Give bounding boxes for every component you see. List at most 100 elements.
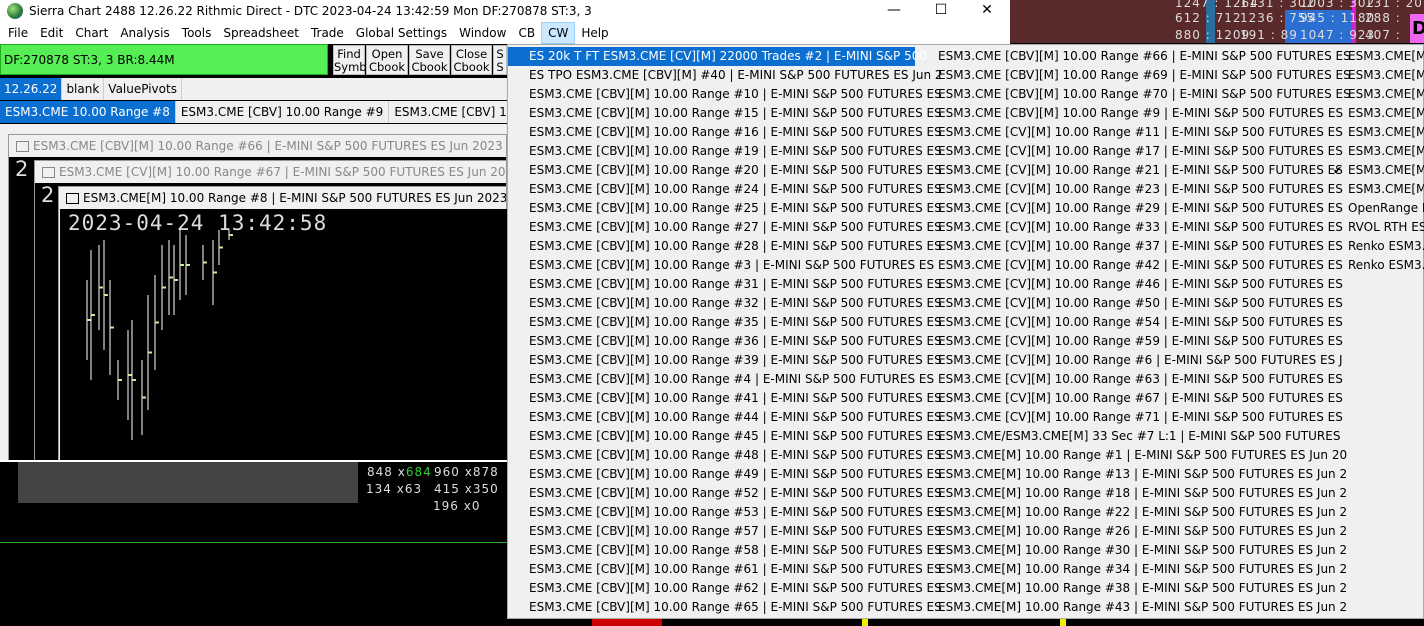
chart-window-title[interactable]: ESM3.CME[M] 10.00 Range #8 | E-MINI S&P … xyxy=(59,187,506,209)
cw-menu-item[interactable]: ESM3.CME[M] 10.00 Range #30 | E-MINI S&P… xyxy=(917,541,1347,560)
cw-menu-item[interactable]: ESM3.CME [CBV][M] 10.00 Range #66 | E-MI… xyxy=(917,47,1351,66)
chartbook-tab[interactable]: ValuePivots xyxy=(104,78,182,100)
cw-menu-item[interactable]: ES 20k T FT ESM3.CME [CV][M] 22000 Trade… xyxy=(508,47,927,66)
cw-menu-item[interactable]: ESM3.CME [CBV][M] 10.00 Range #35 | E-MI… xyxy=(508,313,942,332)
menu-analysis[interactable]: Analysis xyxy=(114,22,175,44)
cw-menu-item[interactable]: ESM3.CME [CBV][M] 10.00 Range #15 | E-MI… xyxy=(508,104,942,123)
cw-menu-item[interactable]: ESM3.CME [CBV][M] 10.00 Range #53 | E-MI… xyxy=(508,503,942,522)
cw-menu-item[interactable]: ESM3.CME [CV][M] 10.00 Range #37 | E-MIN… xyxy=(917,237,1343,256)
cw-menu-item[interactable]: ESM3.CME [CBV][M] 10.00 Range #24 | E-MI… xyxy=(508,180,942,199)
chartbook-tab[interactable]: 12.26.22 xyxy=(0,78,63,100)
menu-edit[interactable]: Edit xyxy=(34,22,69,44)
cw-menu-item[interactable]: ESM3.CME [CV][M] 10.00 Range #29 | E-MIN… xyxy=(917,199,1343,218)
cw-menu-item[interactable]: ESM3.CME [CBV][M] 10.00 Range #41 | E-MI… xyxy=(508,389,942,408)
cw-menu-item[interactable]: ESM3.CME [CBV][M] 10.00 Range #27 | E-MI… xyxy=(508,218,942,237)
cw-menu-item[interactable]: ESM3.CME [CBV][M] 10.00 Range #10 | E-MI… xyxy=(508,85,942,104)
cw-menu-item[interactable]: ESM3.CME [CBV][M] 10.00 Range #39 | E-MI… xyxy=(508,351,942,370)
chart-tab[interactable]: ESM3.CME [CBV] 10.00 Range #9 xyxy=(176,101,390,123)
cw-menu-item[interactable]: ESM3.CME [CBV][M] 10.00 Range #9 | E-MIN… xyxy=(917,104,1343,123)
cw-menu-item[interactable]: Renko ESM3.C xyxy=(1327,237,1424,256)
cw-menu-item[interactable]: ESM3.CME[M] 10.00 Range #13 | E-MINI S&P… xyxy=(917,465,1347,484)
toolbar-button[interactable]: SS xyxy=(493,45,507,75)
maximize-button[interactable]: ☐ xyxy=(918,0,964,22)
cw-menu-item[interactable]: ESM3.CME[M] 10.00 Range #34 | E-MINI S&P… xyxy=(917,560,1347,579)
cw-menu-item[interactable]: ESM3.CME[M] xyxy=(1327,47,1424,66)
menu-tools[interactable]: Tools xyxy=(176,22,218,44)
cw-menu-item[interactable]: ESM3.CME [CBV][M] 10.00 Range #57 | E-MI… xyxy=(508,522,942,541)
menu-chart[interactable]: Chart xyxy=(69,22,114,44)
cw-menu-item[interactable]: ESM3.CME [CV][M] 10.00 Range #17 | E-MIN… xyxy=(917,142,1343,161)
cw-menu-item[interactable]: ESM3.CME [CBV][M] 10.00 Range #16 | E-MI… xyxy=(508,123,942,142)
menu-window[interactable]: Window xyxy=(453,22,512,44)
toolbar-button[interactable]: Save Cbook xyxy=(409,45,450,75)
cw-menu-item[interactable]: ESM3.CME [CBV][M] 10.00 Range #61 | E-MI… xyxy=(508,560,942,579)
cw-menu-item[interactable]: ESM3.CME [CBV][M] 10.00 Range #31 | E-MI… xyxy=(508,275,942,294)
cw-menu-item[interactable]: ESM3.CME [CBV][M] 10.00 Range #32 | E-MI… xyxy=(508,294,942,313)
cw-menu-item[interactable]: ESM3.CME[M] xyxy=(1327,85,1424,104)
minimize-button[interactable]: — xyxy=(871,0,917,22)
cw-menu-item[interactable]: ESM3.CME [CV][M] 10.00 Range #63 | E-MIN… xyxy=(917,370,1343,389)
menu-spreadsheet[interactable]: Spreadsheet xyxy=(217,22,305,44)
cw-menu-item[interactable]: ESM3.CME [CV][M] 10.00 Range #71 | E-MIN… xyxy=(917,408,1343,427)
menu-trade[interactable]: Trade xyxy=(305,22,350,44)
cw-menu-item[interactable]: ESM3.CME[M] xyxy=(1327,142,1424,161)
cw-menu-item[interactable]: ✔ ESM3.CME[M] xyxy=(1327,161,1424,180)
cw-menu-item[interactable]: ESM3.CME [CV][M] 10.00 Range #21 | E-MIN… xyxy=(917,161,1343,180)
price-chart[interactable] xyxy=(60,209,507,460)
cw-menu-item[interactable]: ESM3.CME[M] 10.00 Range #43 | E-MINI S&P… xyxy=(917,598,1347,617)
cw-menu-item[interactable]: ESM3.CME [CBV][M] 10.00 Range #45 | E-MI… xyxy=(508,427,942,446)
cw-menu-item[interactable]: ESM3.CME [CBV][M] 10.00 Range #58 | E-MI… xyxy=(508,541,942,560)
cw-menu-item[interactable]: ESM3.CME[M] 10.00 Range #18 | E-MINI S&P… xyxy=(917,484,1347,503)
cw-menu-item[interactable]: ESM3.CME [CBV][M] 10.00 Range #4 | E-MIN… xyxy=(508,370,934,389)
cw-menu-item[interactable]: ES TPO ESM3.CME [CBV][M] #40 | E-MINI S&… xyxy=(508,66,943,85)
cw-menu-item[interactable]: ESM3.CME [CBV][M] 10.00 Range #20 | E-MI… xyxy=(508,161,942,180)
cw-menu-item[interactable]: ESM3.CME[M] xyxy=(1327,123,1424,142)
cw-menu-item[interactable]: ESM3.CME [CV][M] 10.00 Range #42 | E-MIN… xyxy=(917,256,1343,275)
menu-help[interactable]: Help xyxy=(575,22,614,44)
cw-menu-item[interactable]: ESM3.CME [CBV][M] 10.00 Range #70 | E-MI… xyxy=(917,85,1351,104)
cw-menu-item[interactable]: RVOL RTH ESM xyxy=(1327,218,1424,237)
cw-menu-item[interactable]: ESM3.CME [CV][M] 10.00 Range #50 | E-MIN… xyxy=(917,294,1343,313)
cw-menu-item[interactable]: ESM3.CME[M] 10.00 Range #38 | E-MINI S&P… xyxy=(917,579,1347,598)
menu-global-settings[interactable]: Global Settings xyxy=(350,22,453,44)
cw-menu-item[interactable]: ESM3.CME [CBV][M] 10.00 Range #44 | E-MI… xyxy=(508,408,942,427)
toolbar-button[interactable]: Open Cbook xyxy=(366,45,408,75)
cw-menu-item[interactable]: ESM3.CME [CV][M] 10.00 Range #23 | E-MIN… xyxy=(917,180,1343,199)
cw-menu-item[interactable]: ESM3.CME [CV][M] 10.00 Range #54 | E-MIN… xyxy=(917,313,1343,332)
cw-menu-item[interactable]: ESM3.CME [CBV][M] 10.00 Range #52 | E-MI… xyxy=(508,484,942,503)
menu-cw[interactable]: CW xyxy=(541,22,576,44)
cw-menu-item[interactable]: ESM3.CME/ESM3.CME[M] 33 Sec #7 L:1 | E-M… xyxy=(917,427,1340,446)
cw-menu-item[interactable]: ESM3.CME[M] xyxy=(1327,180,1424,199)
cw-menu-item[interactable]: ESM3.CME [CBV][M] 10.00 Range #28 | E-MI… xyxy=(508,237,942,256)
menu-cb[interactable]: CB xyxy=(512,22,541,44)
cw-menu-item[interactable]: ESM3.CME[M] xyxy=(1327,66,1424,85)
cw-menu-item[interactable]: ESM3.CME [CBV][M] 10.00 Range #25 | E-MI… xyxy=(508,199,942,218)
cw-menu-item[interactable]: ESM3.CME [CV][M] 10.00 Range #33 | E-MIN… xyxy=(917,218,1343,237)
cw-menu-item[interactable]: ESM3.CME[M] xyxy=(1327,104,1424,123)
cw-menu-item[interactable]: ESM3.CME [CBV][M] 10.00 Range #65 | E-MI… xyxy=(508,598,942,617)
chart-tab[interactable]: ESM3.CME 10.00 Range #8 xyxy=(0,101,176,123)
chartbook-tab[interactable]: blank xyxy=(62,78,105,100)
cw-menu-item[interactable]: ESM3.CME [CBV][M] 10.00 Range #19 | E-MI… xyxy=(508,142,942,161)
cw-menu-item[interactable]: ESM3.CME [CV][M] 10.00 Range #46 | E-MIN… xyxy=(917,275,1343,294)
cw-menu-item[interactable]: ESM3.CME [CV][M] 10.00 Range #67 | E-MIN… xyxy=(917,389,1343,408)
chart-window-title[interactable]: ESM3.CME [CV][M] 10.00 Range #67 | E-MIN… xyxy=(35,161,506,183)
chart-window-title[interactable]: ESM3.CME [CBV][M] 10.00 Range #66 | E-MI… xyxy=(9,135,506,157)
close-button[interactable]: ✕ xyxy=(964,0,1010,22)
cw-menu-item[interactable]: Renko ESM3.C xyxy=(1327,256,1424,275)
chart-tab[interactable]: ESM3.CME [CBV] 10.00 Range xyxy=(389,101,507,123)
cw-menu-item[interactable]: ESM3.CME [CBV][M] 10.00 Range #36 | E-MI… xyxy=(508,332,942,351)
cw-menu-item[interactable]: ESM3.CME[M] 10.00 Range #26 | E-MINI S&P… xyxy=(917,522,1347,541)
cw-menu-item[interactable]: ESM3.CME [CBV][M] 10.00 Range #49 | E-MI… xyxy=(508,465,942,484)
cw-menu-item[interactable]: OpenRange ES xyxy=(1327,199,1424,218)
cw-menu-item[interactable]: ESM3.CME [CV][M] 10.00 Range #11 | E-MIN… xyxy=(917,123,1343,142)
cw-menu-item[interactable]: ESM3.CME [CBV][M] 10.00 Range #62 | E-MI… xyxy=(508,579,942,598)
cw-menu-item[interactable]: ESM3.CME[M] 10.00 Range #22 | E-MINI S&P… xyxy=(917,503,1347,522)
menu-file[interactable]: File xyxy=(2,22,34,44)
cw-menu-item[interactable]: ESM3.CME [CBV][M] 10.00 Range #48 | E-MI… xyxy=(508,446,942,465)
toolbar-button[interactable]: Close Cbook xyxy=(451,45,492,75)
cw-menu-item[interactable]: ESM3.CME [CBV][M] 10.00 Range #69 | E-MI… xyxy=(917,66,1351,85)
cw-menu-item[interactable]: ESM3.CME [CBV][M] 10.00 Range #3 | E-MIN… xyxy=(508,256,934,275)
toolbar-button[interactable]: Find Symb xyxy=(333,45,367,75)
cw-menu-item[interactable]: ESM3.CME[M] 10.00 Range #1 | E-MINI S&P … xyxy=(917,446,1347,465)
